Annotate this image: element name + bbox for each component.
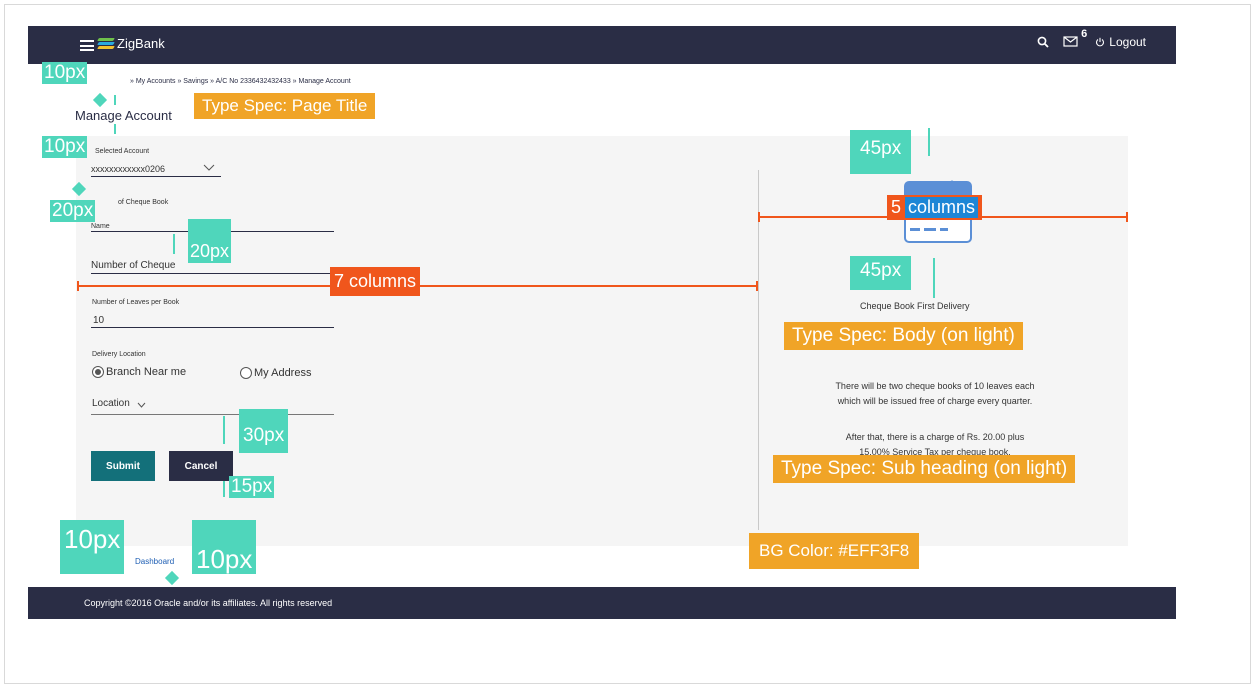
cheque-book-type-label: of Cheque Book (118, 199, 169, 206)
delivery-location-label: Delivery Location (92, 351, 146, 358)
info-line-3: After that, there is a charge of Rs. 20.… (845, 432, 1025, 442)
annotation-five-columns: 5 columns (887, 195, 983, 220)
measure-marker (933, 258, 935, 298)
radio-branch-near-me[interactable]: Branch Near me (92, 366, 186, 378)
five-columns-right-tick (1126, 212, 1128, 222)
header-actions: 6 Logout (1037, 28, 1146, 49)
radio-address-label: My Address (254, 367, 312, 379)
radio-branch-label: Branch Near me (106, 366, 187, 378)
measure-marker (223, 416, 225, 444)
selected-account-label: Selected Account (95, 148, 150, 155)
number-of-cheque-underline[interactable] (91, 273, 334, 274)
five-columns-word: columns (905, 197, 979, 218)
measure-45px-top: 45px (850, 130, 912, 174)
info-line-2: which will be issued free of charge ever… (837, 396, 1033, 406)
measure-marker (223, 481, 225, 497)
chevron-down-icon[interactable] (137, 402, 146, 408)
info-line-1: There will be two cheque books of 10 lea… (835, 381, 1035, 391)
annotation-body-spec: Type Spec: Body (on light) (784, 322, 1023, 350)
name-label: Name (91, 223, 110, 230)
radio-my-address[interactable]: My Address (240, 367, 311, 379)
mailbox-button[interactable]: 6 (1063, 28, 1087, 49)
location-underline (91, 414, 334, 415)
number-of-cheque-label: Number of Cheque (91, 260, 176, 271)
measure-marker (114, 95, 116, 105)
logout-button[interactable]: Logout (1095, 35, 1146, 49)
annotation-page-title-spec: Type Spec: Page Title (194, 93, 376, 119)
measure-30px: 30px (239, 409, 289, 453)
measure-15px: 15px (229, 476, 275, 498)
annotation-bg-color: BG Color: #EFF3F8 (749, 533, 920, 569)
zigbank-logo-icon (97, 37, 115, 50)
cancel-button[interactable]: Cancel (169, 451, 233, 481)
app-name: ZigBank (117, 36, 165, 51)
measure-10px-bottom-left: 10px (60, 520, 125, 574)
measure-marker (114, 124, 116, 134)
mail-count-badge: 6 (1081, 28, 1088, 40)
seven-columns-left-tick (77, 281, 79, 291)
hamburger-menu-icon[interactable] (80, 40, 94, 51)
measure-20px-left: 20px (50, 200, 96, 222)
selected-account-underline (91, 176, 221, 177)
power-icon (1096, 37, 1105, 47)
location-dropdown-label[interactable]: Location (92, 398, 130, 409)
info-paragraph-1: There will be two cheque books of 10 lea… (790, 379, 1080, 409)
annotation-subheading-spec: Type Spec: Sub heading (on light) (773, 455, 1076, 483)
measure-10px-top: 10px (42, 62, 88, 84)
measure-20px-field: 20px (188, 219, 232, 263)
leaves-per-book-value[interactable]: 10 (93, 315, 104, 326)
measure-marker (173, 234, 175, 254)
annotation-seven-columns: 7 columns (330, 267, 421, 296)
leaves-field-underline (91, 327, 334, 328)
leaves-per-book-label: Number of Leaves per Book (92, 299, 180, 306)
measure-marker (928, 128, 930, 156)
breadcrumb[interactable]: » My Accounts » Savings » A/C No 2336432… (130, 78, 351, 85)
right-panel-heading: Cheque Book First Delivery (860, 301, 970, 311)
page-title: Manage Account (75, 108, 172, 123)
top-navigation-bar: ZigBank 6 Logout (28, 26, 1176, 64)
mail-icon (1063, 36, 1078, 47)
selected-account-value[interactable]: xxxxxxxxxxxx0206 (91, 164, 165, 174)
radio-selected-icon (92, 366, 104, 378)
five-columns-left-tick (758, 212, 760, 222)
measure-45px-bottom: 45px (850, 256, 912, 290)
footer-copyright: Copyright ©2016 Oracle and/or its affili… (84, 598, 333, 608)
five-columns-number: 5 (891, 197, 902, 217)
submit-button[interactable]: Submit (91, 451, 155, 481)
chevron-down-icon[interactable] (203, 164, 215, 172)
seven-columns-right-tick (756, 281, 758, 291)
column-divider (758, 170, 759, 530)
radio-unselected-icon (240, 367, 252, 379)
app-logo[interactable]: ZigBank (97, 36, 165, 51)
logout-label: Logout (1109, 35, 1146, 49)
search-icon[interactable] (1037, 36, 1049, 48)
measure-10px-bottom-right: 10px (192, 520, 257, 574)
dashboard-link[interactable]: Dashboard (135, 557, 174, 566)
measure-10px-title: 10px (42, 136, 88, 158)
